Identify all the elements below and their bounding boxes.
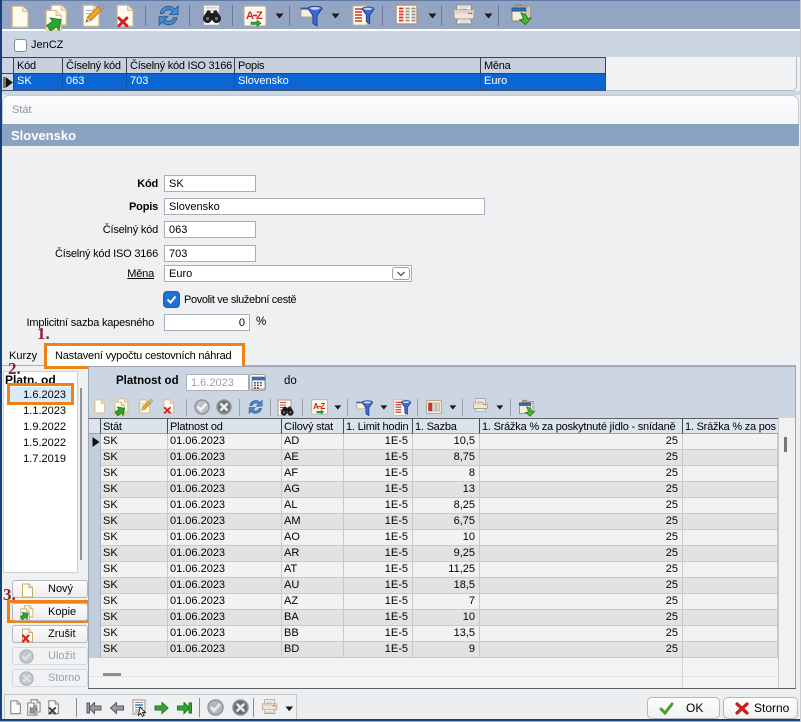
svg-text:A: A	[246, 10, 254, 22]
